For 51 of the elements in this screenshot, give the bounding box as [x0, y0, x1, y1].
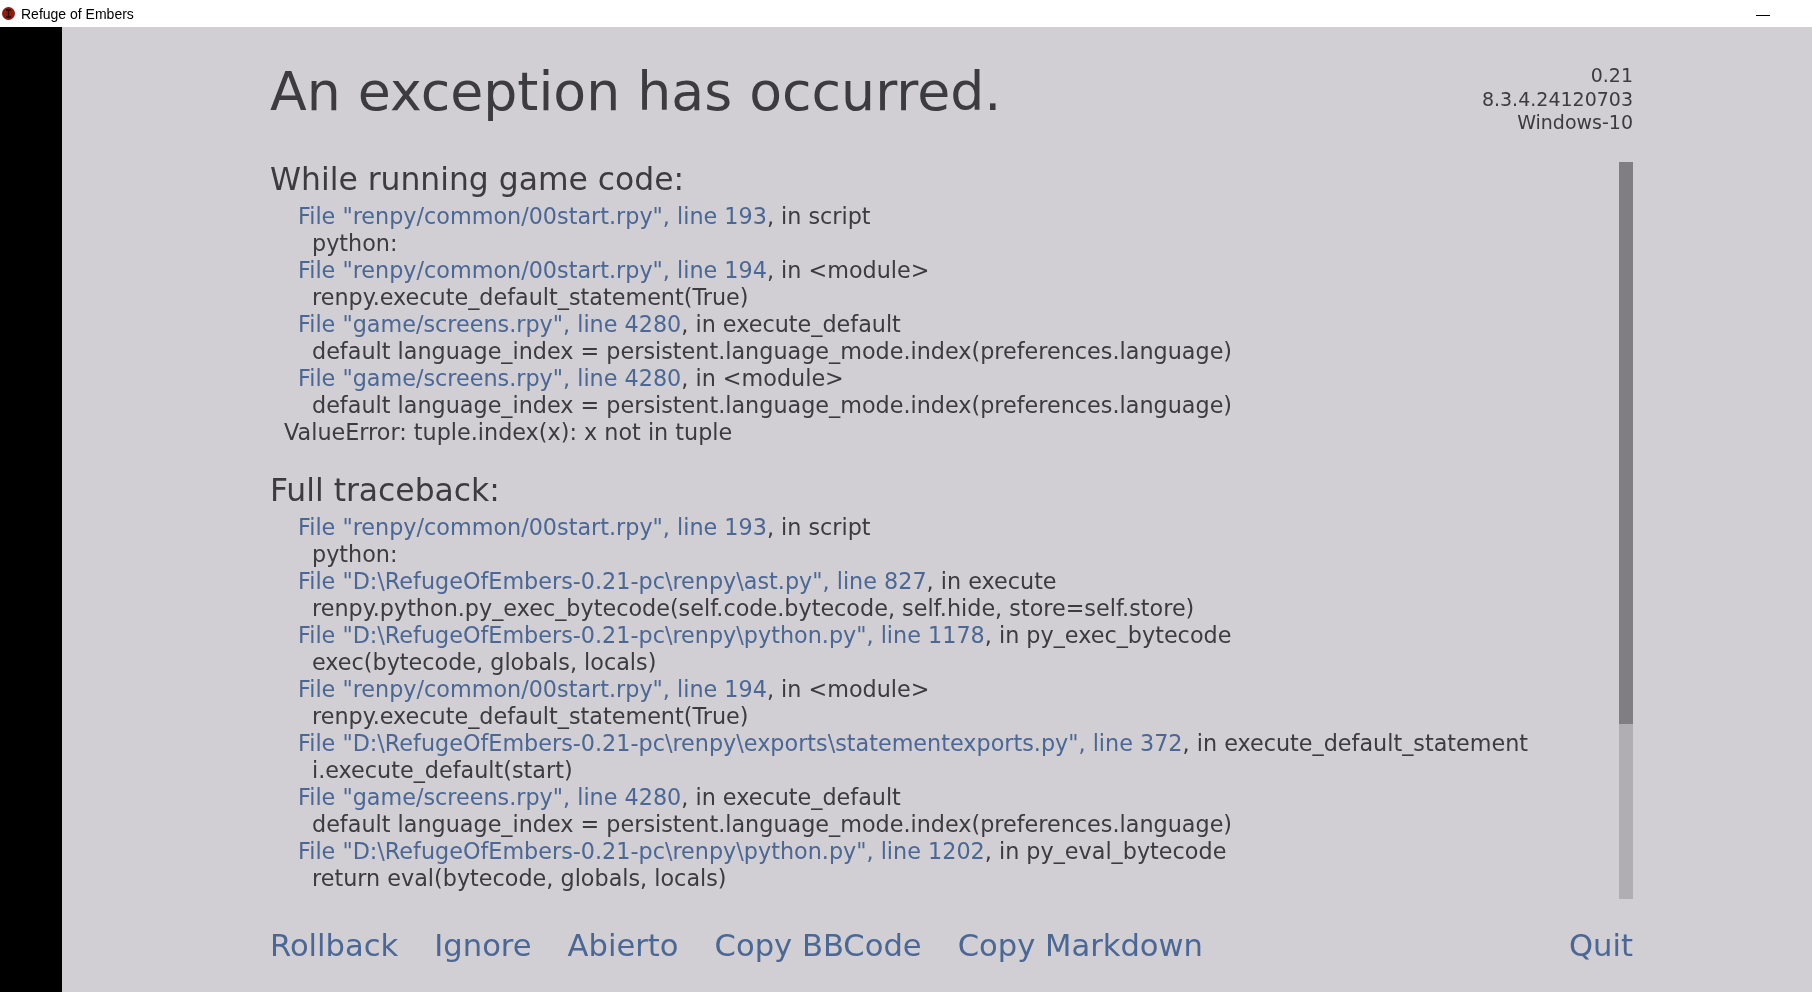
window-title: Refuge of Embers: [21, 5, 134, 22]
traceback-line: File "game/screens.rpy", line 4280, in <module>: [297, 364, 845, 392]
traceback-line: File "renpy/common/00start.rpy", line 194, in <module>: [297, 675, 931, 703]
traceback-line: File "game/screens.rpy", line 4280, in execute_default: [297, 783, 902, 811]
version-text: 8.3.4.24120703: [1481, 87, 1633, 111]
file-link[interactable]: File "D:\RefugeOfEmbers-0.21-pc\renpy\exports\statementexports.py", line 372: [298, 729, 1183, 756]
code-line: exec(bytecode, globals, locals): [311, 648, 658, 676]
traceback-line: File "renpy/common/00start.rpy", line 193, in script: [297, 202, 872, 230]
code-line: default language_index = persistent.language_mode.index(preferences.language): [311, 391, 1234, 419]
version-text: Windows-10: [1516, 111, 1633, 135]
error-message: ValueError: tuple.index(x): x not in tuple: [283, 418, 734, 446]
traceback-line: File "renpy/common/00start.rpy", line 193, in script: [297, 513, 872, 541]
code-line: renpy.python.py_exec_bytecode(self.code.bytecode, self.hide, store=self.store): [311, 594, 1196, 622]
file-link[interactable]: File "game/screens.rpy", line 4280: [298, 310, 682, 337]
section-heading: While running game code:: [270, 162, 686, 196]
code-line: python:: [311, 540, 399, 568]
file-link[interactable]: File "D:\RefugeOfEmbers-0.21-pc\renpy\python.py", line 1178: [298, 621, 985, 648]
file-link[interactable]: File "D:\RefugeOfEmbers-0.21-pc\renpy\python.py", line 1202: [298, 837, 985, 864]
code-line: default language_index = persistent.language_mode.index(preferences.language): [311, 810, 1234, 838]
quit-button[interactable]: Quit: [1569, 928, 1633, 963]
code-line: renpy.execute_default_statement(True): [311, 283, 750, 311]
code-line: return eval(bytecode, globals, locals): [311, 864, 728, 892]
action-button[interactable]: Rollback: [270, 928, 399, 963]
action-button[interactable]: Ignore: [434, 928, 532, 963]
traceback-line: File "D:\RefugeOfEmbers-0.21-pc\renpy\python.py", line 1202, in py_eval_bytecode: [297, 837, 1228, 865]
traceback-line: File "game/screens.rpy", line 4280, in execute_default: [297, 310, 902, 338]
file-link[interactable]: File "renpy/common/00start.rpy", line 194: [298, 256, 767, 283]
file-link[interactable]: File "D:\RefugeOfEmbers-0.21-pc\renpy\ast.py", line 827: [298, 567, 927, 594]
file-link[interactable]: File "game/screens.rpy", line 4280: [298, 783, 682, 810]
action-button[interactable]: Abierto: [567, 928, 679, 963]
traceback-line: File "D:\RefugeOfEmbers-0.21-pc\renpy\ast.py", line 827, in execute: [297, 567, 1058, 595]
traceback-line: File "D:\RefugeOfEmbers-0.21-pc\renpy\python.py", line 1178, in py_exec_bytecode: [297, 621, 1233, 649]
code-line: renpy.execute_default_statement(True): [311, 702, 750, 730]
app-icon: [2, 7, 15, 20]
traceback-line: File "renpy/common/00start.rpy", line 194, in <module>: [297, 256, 931, 284]
file-link[interactable]: File "game/screens.rpy", line 4280: [298, 364, 682, 391]
traceback-line: File "D:\RefugeOfEmbers-0.21-pc\renpy\exports\statementexports.py", line 372, in execute_default_statement: [297, 729, 1530, 757]
error-title: An exception has occurred.: [270, 62, 1002, 125]
action-button[interactable]: Copy Markdown: [957, 928, 1203, 963]
scrollbar[interactable]: [1619, 162, 1633, 899]
code-line: default language_index = persistent.language_mode.index(preferences.language): [311, 337, 1234, 365]
scrollbar-thumb[interactable]: [1619, 162, 1633, 724]
section-heading: Full traceback:: [270, 473, 501, 507]
minimize-button[interactable]: —: [1736, 0, 1790, 27]
file-link[interactable]: File "renpy/common/00start.rpy", line 194: [298, 675, 767, 702]
action-button[interactable]: Copy BBCode: [714, 928, 922, 963]
code-line: python:: [311, 229, 399, 257]
version-text: 0.21: [1589, 64, 1633, 88]
file-link[interactable]: File "renpy/common/00start.rpy", line 193: [298, 513, 767, 540]
file-link[interactable]: File "renpy/common/00start.rpy", line 193: [298, 202, 767, 229]
code-line: i.execute_default(start): [311, 756, 574, 784]
